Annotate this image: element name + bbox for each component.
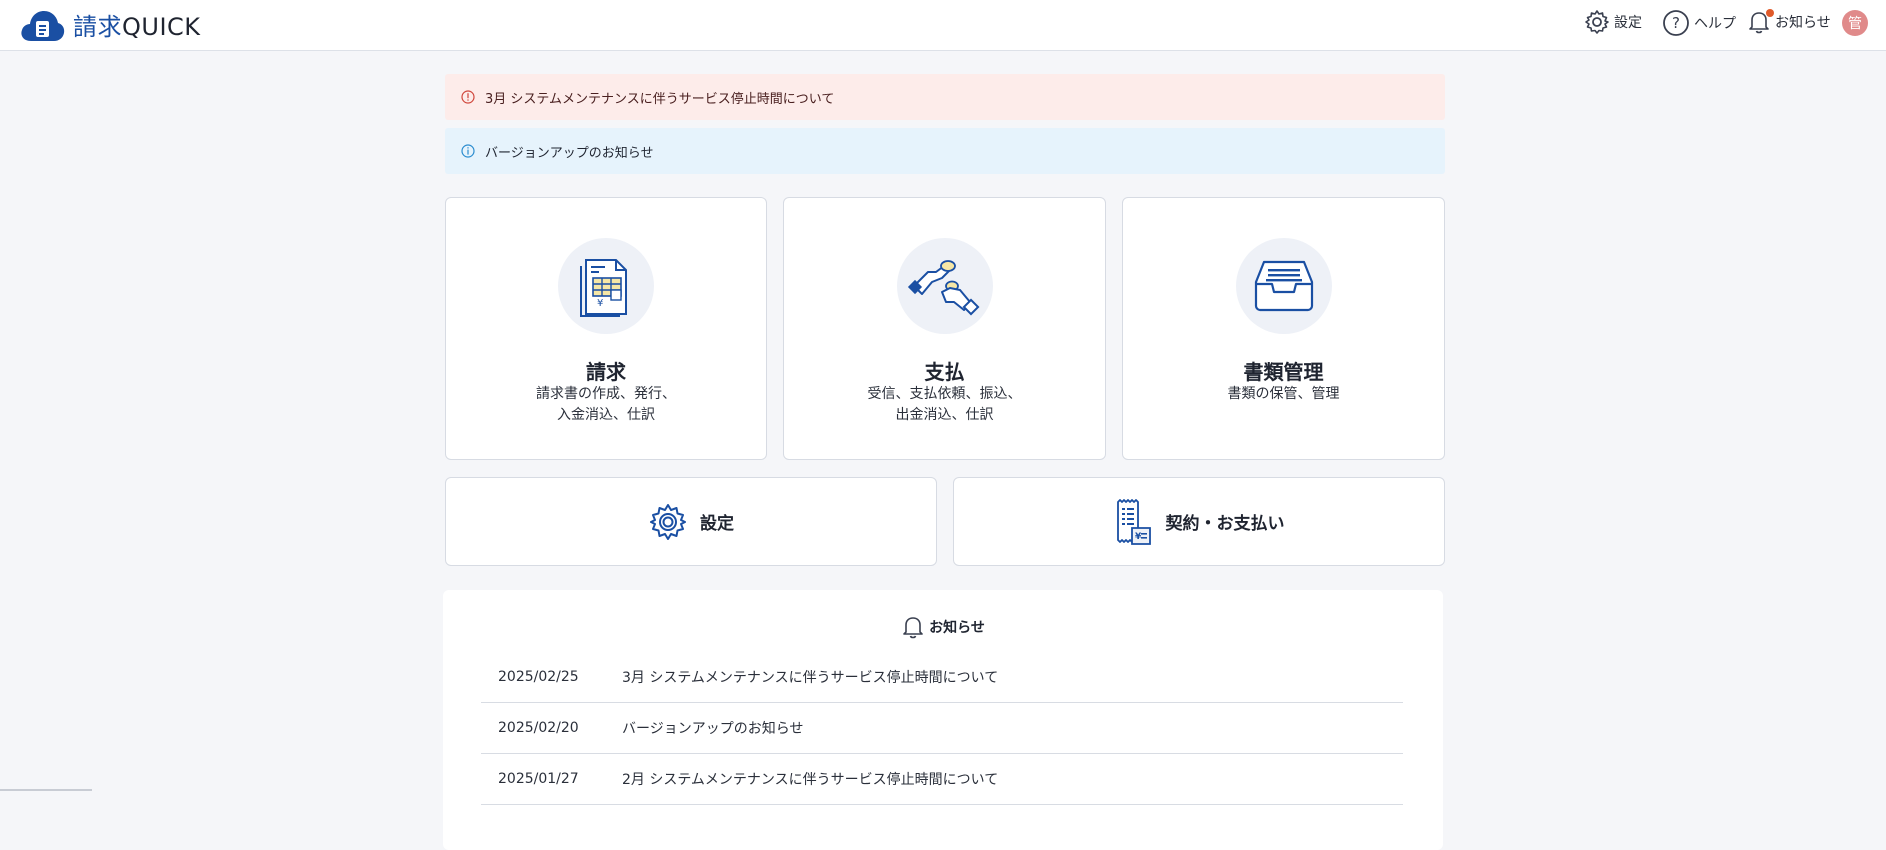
header-notice-label: お知らせ (1775, 15, 1831, 31)
news-panel: お知らせ 2025/02/25 3月 システムメンテナンスに伴うサービス停止時間… (443, 590, 1443, 850)
svg-text:?: ? (1672, 14, 1680, 32)
news-item[interactable]: 2025/01/27 2月 システムメンテナンスに伴うサービス停止時間について (481, 754, 1403, 805)
card-documents-title: 書類管理 (1243, 360, 1324, 384)
settings-button[interactable]: 設定 (445, 477, 937, 566)
card-documents[interactable]: 書類管理 書類の保管、管理 (1122, 197, 1445, 460)
card-invoice-title: 請求 (586, 360, 626, 384)
notification-dot (1766, 9, 1774, 17)
app-logo[interactable]: 請求QUICK (19, 7, 201, 42)
invoice-icon: ¥ (580, 259, 627, 317)
alert-version[interactable]: バージョンアップのお知らせ (445, 128, 1445, 174)
alert-maintenance-text: 3月 システムメンテナンスに伴うサービス停止時間について (485, 91, 835, 107)
card-payment-desc-1: 受信、支払依頼、振込、 (867, 386, 1022, 402)
news-item-title: 2月 システムメンテナンスに伴うサービス停止時間について (622, 772, 999, 788)
error-info-icon (461, 90, 475, 104)
header-settings-link[interactable]: 設定 (1584, 9, 1642, 35)
card-invoice-desc-1: 請求書の作成、発行、 (536, 386, 676, 402)
contract-payment-button[interactable]: ¥ 契約・お支払い (953, 477, 1445, 566)
header-notice-link[interactable]: お知らせ (1747, 9, 1831, 35)
card-documents-desc-1: 書類の保管、管理 (1227, 386, 1340, 402)
news-item-date: 2025/02/20 (498, 720, 579, 736)
news-item-title: 3月 システムメンテナンスに伴うサービス停止時間について (622, 670, 999, 686)
news-item-date: 2025/01/27 (498, 771, 579, 787)
svg-text:¥: ¥ (1135, 532, 1142, 542)
receipt-icon: ¥ (1116, 498, 1151, 545)
settings-button-label: 設定 (700, 514, 734, 534)
card-invoice-desc-2: 入金消込、仕訳 (557, 407, 655, 423)
contract-payment-button-label: 契約・お支払い (1165, 514, 1285, 534)
bell-icon (903, 617, 923, 639)
news-item[interactable]: 2025/02/20 バージョンアップのお知らせ (481, 703, 1403, 754)
info-icon (461, 144, 475, 158)
app-header: 請求QUICK 設定 ? ヘルプ お知らせ 管 (0, 0, 1886, 51)
payment-hand-icon (907, 260, 979, 316)
news-item[interactable]: 2025/02/25 3月 システムメンテナンスに伴うサービス停止時間について (481, 652, 1403, 703)
user-avatar[interactable]: 管 (1842, 10, 1868, 36)
gear-icon (1585, 10, 1609, 34)
help-icon: ? (1663, 10, 1689, 36)
cloud-document-icon (21, 10, 65, 41)
gear-icon (650, 503, 686, 540)
card-payment-desc-2: 出金消込、仕訳 (895, 407, 994, 423)
header-help-link[interactable]: ? ヘルプ (1662, 9, 1736, 37)
alert-version-text: バージョンアップのお知らせ (485, 145, 654, 161)
logo-text-ja: 請求 (73, 13, 122, 41)
news-title: お知らせ (929, 620, 985, 636)
news-item-date: 2025/02/25 (498, 669, 579, 685)
card-payment-title: 支払 (924, 360, 965, 384)
logo-text-en: QUICK (122, 13, 201, 41)
svg-text:¥: ¥ (597, 298, 603, 309)
card-invoice[interactable]: ¥ 請求 請求書の作成、発行、 入金消込、仕訳 (445, 197, 767, 460)
card-payment[interactable]: 支払 受信、支払依頼、振込、 出金消込、仕訳 (783, 197, 1106, 460)
news-item-title: バージョンアップのお知らせ (622, 721, 804, 737)
document-tray-icon (1254, 260, 1313, 312)
header-help-label: ヘルプ (1694, 16, 1736, 32)
header-settings-label: 設定 (1614, 15, 1642, 31)
alert-maintenance[interactable]: 3月 システムメンテナンスに伴うサービス停止時間について (445, 74, 1445, 120)
